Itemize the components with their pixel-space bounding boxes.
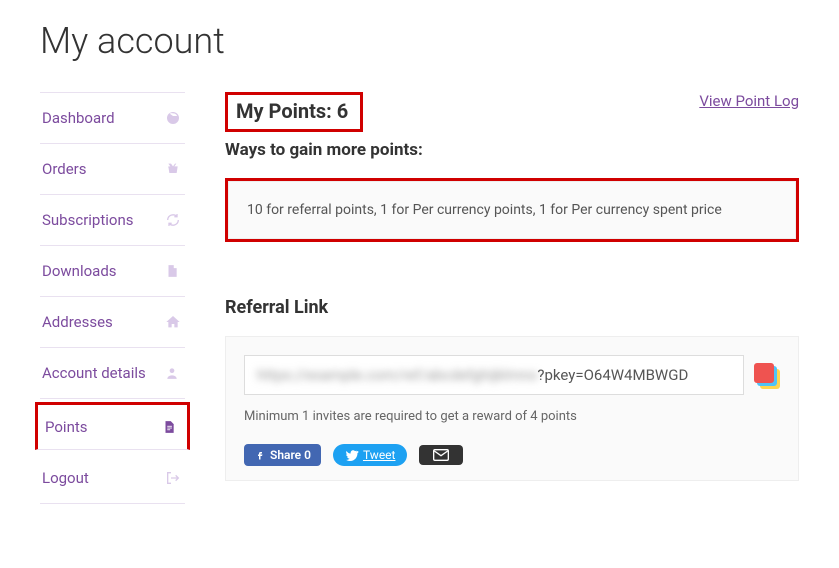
referral-link-hidden: https://example.com/ref/abcdefghijklmno <box>257 366 537 384</box>
home-icon <box>165 314 183 330</box>
ways-text: 10 for referral points, 1 for Per curren… <box>228 181 796 239</box>
my-points-highlight: My Points: 6 <box>225 92 363 132</box>
referral-box: https://example.com/ref/abcdefghijklmno?… <box>225 336 799 481</box>
referral-title: Referral Link <box>225 297 799 318</box>
referral-min-text: Minimum 1 invites are required to get a … <box>244 409 780 424</box>
sidebar-item-label: Addresses <box>42 313 113 331</box>
sidebar-item-label: Account details <box>42 364 146 382</box>
sidebar-item-label: Downloads <box>42 262 117 280</box>
copy-button[interactable] <box>754 361 780 389</box>
file-icon <box>165 263 183 279</box>
referral-link-input[interactable]: https://example.com/ref/abcdefghijklmno?… <box>244 355 744 395</box>
sidebar-item-label: Dashboard <box>42 109 115 127</box>
facebook-icon <box>254 449 266 461</box>
facebook-share-button[interactable]: Share 0 <box>244 444 321 466</box>
sidebar-item-dashboard[interactable]: Dashboard <box>40 93 185 143</box>
refresh-icon <box>165 212 183 228</box>
ways-title: Ways to gain more points: <box>225 140 799 160</box>
document-icon <box>162 419 180 435</box>
sidebar-item-points[interactable]: Points <box>38 405 187 449</box>
sidebar-item-orders[interactable]: Orders <box>40 144 185 194</box>
sidebar-item-label: Orders <box>42 160 87 178</box>
sidebar-item-addresses[interactable]: Addresses <box>40 297 185 347</box>
twitter-share-label: Tweet <box>363 448 396 462</box>
twitter-icon <box>345 449 359 461</box>
my-points-label: My Points: 6 <box>236 99 348 123</box>
main-content: My Points: 6 View Point Log Ways to gain… <box>225 92 799 481</box>
page-title: My account <box>40 20 799 62</box>
sidebar-item-subscriptions[interactable]: Subscriptions <box>40 195 185 245</box>
user-icon <box>165 365 183 381</box>
sidebar-item-logout[interactable]: Logout <box>40 453 185 503</box>
sidebar-item-label: Subscriptions <box>42 211 133 229</box>
email-icon <box>433 449 449 461</box>
referral-link-visible: ?pkey=O64W4MBWGD <box>537 366 688 384</box>
view-point-log-link[interactable]: View Point Log <box>699 92 799 110</box>
account-sidebar: Dashboard Orders Subscriptions Downloads <box>40 92 185 504</box>
signout-icon <box>165 470 183 486</box>
sidebar-item-label: Logout <box>42 469 89 487</box>
dashboard-icon <box>165 110 183 126</box>
sidebar-item-account-details[interactable]: Account details <box>40 348 185 398</box>
facebook-share-label: Share 0 <box>270 448 311 462</box>
sidebar-item-downloads[interactable]: Downloads <box>40 246 185 296</box>
email-share-button[interactable] <box>419 445 463 465</box>
ways-highlight: 10 for referral points, 1 for Per curren… <box>225 178 799 242</box>
basket-icon <box>165 161 183 177</box>
twitter-share-button[interactable]: Tweet <box>333 444 408 466</box>
sidebar-item-label: Points <box>45 418 88 436</box>
